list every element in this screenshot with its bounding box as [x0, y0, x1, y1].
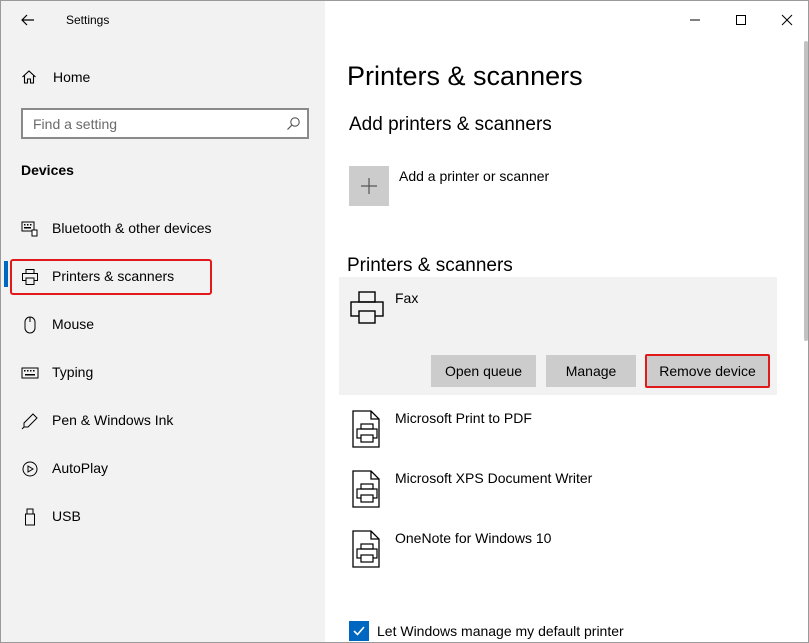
- sidebar-item-label: Typing: [52, 364, 94, 380]
- printer-name: Microsoft Print to PDF: [395, 410, 532, 426]
- printer-item-selected[interactable]: Fax Open queue Manage Remove device: [339, 277, 777, 395]
- sidebar-item-label: AutoPlay: [52, 460, 109, 476]
- search-icon[interactable]: [286, 116, 301, 131]
- add-printer-label[interactable]: Add a printer or scanner: [399, 168, 549, 184]
- app-title: Settings: [66, 13, 110, 27]
- printer-item[interactable]: Microsoft XPS Document Writer: [339, 465, 777, 521]
- document-printer-icon: [352, 530, 380, 568]
- sidebar-item-autoplay[interactable]: AutoPlay: [1, 447, 325, 491]
- keyboard-icon: [21, 367, 39, 379]
- section-heading-devices: Devices: [21, 162, 74, 178]
- back-arrow-icon: [21, 14, 34, 26]
- fax-printer-icon: [350, 291, 384, 324]
- home-icon: [22, 70, 36, 84]
- document-printer-icon: [352, 410, 380, 448]
- close-button[interactable]: [764, 1, 808, 39]
- plus-icon: [361, 178, 377, 194]
- printer-item[interactable]: Microsoft Print to PDF: [339, 405, 777, 461]
- mouse-icon: [24, 316, 36, 334]
- remove-device-button[interactable]: Remove device: [647, 355, 768, 387]
- main-content: Printers & scanners Add printers & scann…: [325, 1, 808, 642]
- printer-name: Fax: [395, 290, 419, 306]
- printer-item[interactable]: OneNote for Windows 10: [339, 525, 777, 581]
- sidebar-item-home[interactable]: Home: [1, 61, 325, 93]
- printer-name: OneNote for Windows 10: [395, 530, 552, 546]
- maximize-icon: [736, 15, 746, 25]
- add-section-heading: Add printers & scanners: [349, 114, 552, 135]
- sidebar-item-typing[interactable]: Typing: [1, 351, 325, 395]
- maximize-button[interactable]: [718, 1, 764, 39]
- search-box[interactable]: [21, 108, 309, 139]
- printer-icon: [22, 269, 38, 285]
- sidebar-item-label: USB: [52, 508, 81, 524]
- selection-accent: [4, 261, 8, 287]
- printers-section-heading: Printers & scanners: [347, 255, 513, 276]
- printer-name: Microsoft XPS Document Writer: [395, 470, 593, 486]
- default-printer-label: Let Windows manage my default printer: [377, 623, 624, 639]
- sidebar: Settings Home Devices Bluetooth &: [1, 1, 325, 642]
- usb-icon: [25, 508, 35, 526]
- settings-window: Settings Home Devices Bluetooth &: [0, 0, 809, 643]
- add-printer-button[interactable]: [349, 166, 389, 206]
- scrollbar[interactable]: [804, 41, 808, 341]
- sidebar-item-printers-scanners[interactable]: Printers & scanners: [1, 255, 325, 299]
- autoplay-icon: [22, 461, 38, 477]
- home-label: Home: [53, 69, 91, 85]
- document-printer-icon: [352, 470, 380, 508]
- default-printer-checkbox[interactable]: [349, 621, 369, 641]
- sidebar-item-bluetooth[interactable]: Bluetooth & other devices: [1, 207, 325, 251]
- sidebar-item-label: Mouse: [52, 316, 95, 332]
- back-button[interactable]: [13, 7, 43, 33]
- bluetooth-keyboard-icon: [21, 221, 38, 237]
- sidebar-item-pen[interactable]: Pen & Windows Ink: [1, 399, 325, 443]
- sidebar-item-label: Printers & scanners: [52, 268, 175, 284]
- manage-button[interactable]: Manage: [546, 355, 636, 387]
- minimize-button[interactable]: [672, 1, 718, 39]
- checkmark-icon: [353, 626, 365, 636]
- sidebar-item-label: Bluetooth & other devices: [52, 220, 212, 236]
- sidebar-item-mouse[interactable]: Mouse: [1, 303, 325, 347]
- titlebar-left: Settings: [1, 1, 325, 39]
- page-title: Printers & scanners: [347, 61, 583, 91]
- window-controls: [672, 1, 808, 39]
- pen-icon: [21, 413, 38, 430]
- open-queue-button[interactable]: Open queue: [431, 355, 536, 387]
- search-input[interactable]: [23, 110, 279, 137]
- sidebar-item-usb[interactable]: USB: [1, 495, 325, 539]
- minimize-icon: [690, 19, 700, 21]
- close-icon: [781, 14, 793, 26]
- sidebar-item-label: Pen & Windows Ink: [52, 412, 174, 428]
